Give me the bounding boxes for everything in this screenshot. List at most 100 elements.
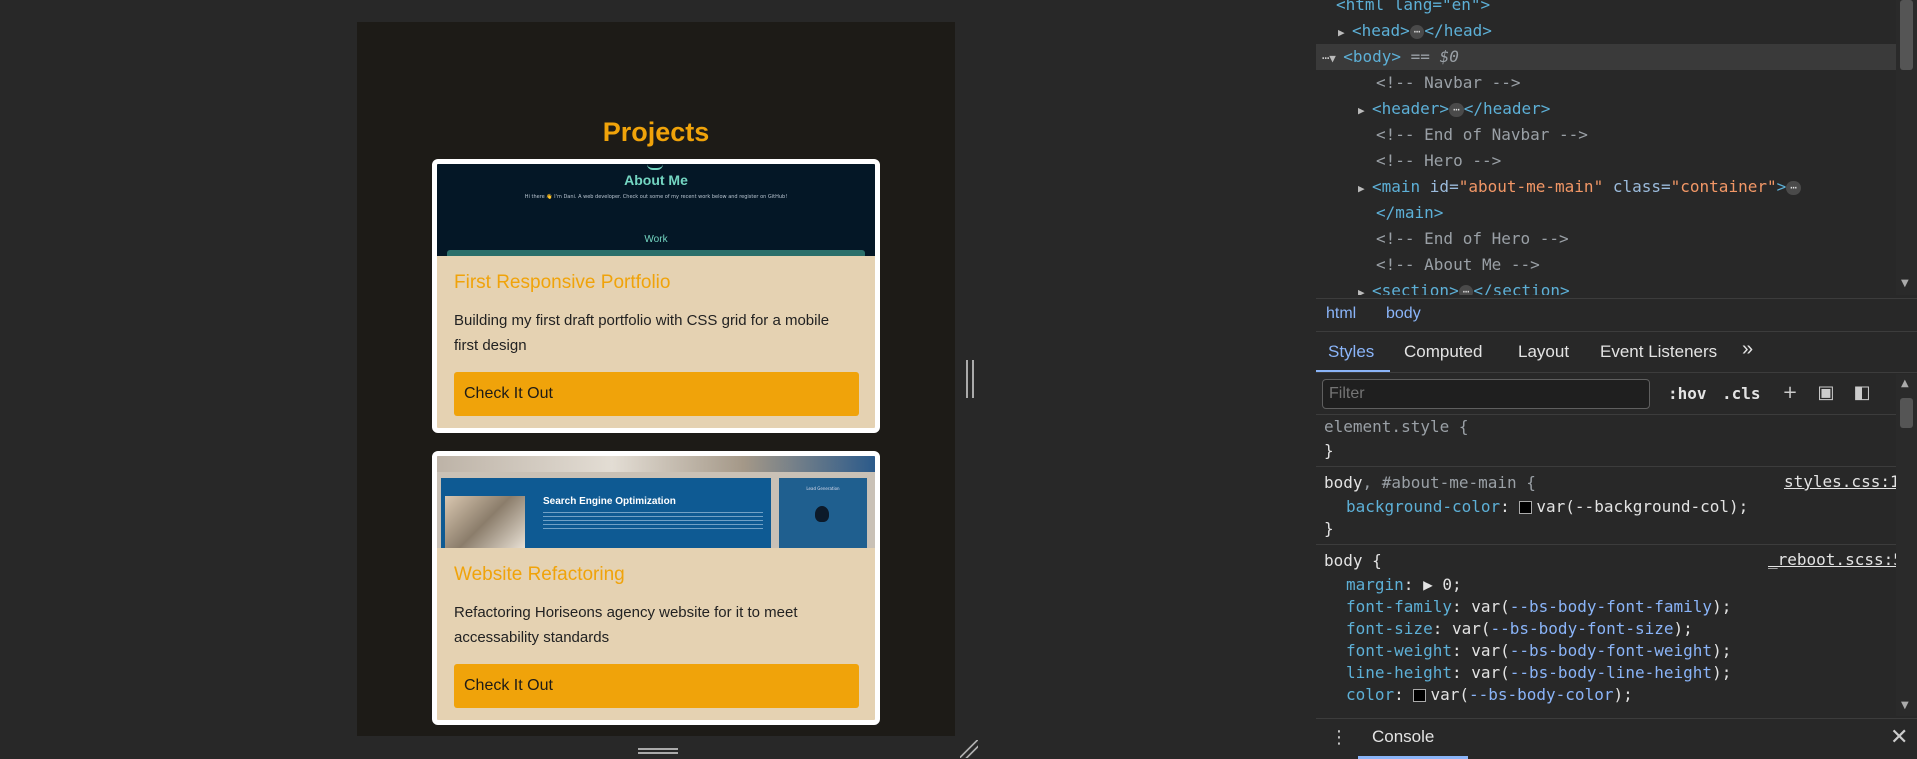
styles-toolbar: :hov .cls + ▣ ◧: [1316, 374, 1917, 415]
element-style-rule[interactable]: element.style {: [1324, 416, 1469, 438]
tag-close: </main>: [1376, 203, 1444, 222]
comment-text: <!-- End of Navbar -->: [1376, 125, 1588, 144]
tree-comment[interactable]: <!-- Navbar -->: [1376, 70, 1521, 96]
selector-dim-text: , #about-me-main {: [1362, 473, 1536, 492]
check-it-out-button[interactable]: Check It Out: [454, 664, 859, 708]
scroll-down-icon[interactable]: ▼: [1901, 278, 1909, 289]
projects-heading: Projects: [602, 117, 710, 147]
brace: }: [1324, 519, 1334, 538]
drawer-menu-icon[interactable]: ⋮: [1330, 727, 1348, 748]
style-declaration[interactable]: color: var(--bs-body-color);: [1346, 684, 1633, 706]
tab-computed[interactable]: Computed: [1404, 342, 1482, 362]
devtools-tabs: Styles Computed Layout Event Listeners »: [1316, 332, 1917, 373]
tree-node-main[interactable]: ▶ <main id="about-me-main" class="contain…: [1358, 174, 1801, 200]
rule-close: }: [1324, 518, 1334, 540]
toggle-sidebar-icon[interactable]: ◧: [1852, 383, 1872, 403]
color-swatch[interactable]: [1519, 501, 1533, 514]
selector-text: body: [1324, 473, 1363, 492]
style-declaration[interactable]: background-color: var(--background-col);: [1346, 496, 1748, 518]
breadcrumb-body[interactable]: body: [1386, 305, 1421, 323]
style-declaration[interactable]: font-weight: var(--bs-body-font-weight);: [1346, 640, 1731, 662]
tab-layout[interactable]: Layout: [1518, 342, 1569, 362]
css-variable: --bs-body-line-height: [1509, 663, 1713, 682]
ellipsis-badge[interactable]: ⋯: [1409, 24, 1425, 39]
more-tabs-icon[interactable]: »: [1742, 338, 1753, 361]
tag-text: <header>: [1372, 99, 1450, 118]
property-name: background-color: [1346, 497, 1501, 516]
rule-selector[interactable]: body, #about-me-main {: [1324, 472, 1536, 494]
ellipsis-badge[interactable]: ⋯: [1458, 284, 1474, 295]
rule-selector[interactable]: body {: [1324, 550, 1382, 572]
project-card: About Me Hi there 👋 I'm Dani. A web deve…: [432, 159, 880, 433]
property-value: var(--background-col);: [1536, 497, 1749, 516]
breadcrumb-html[interactable]: html: [1326, 305, 1356, 323]
tag-text: <main: [1372, 177, 1430, 196]
value-prefix: var(: [1430, 685, 1469, 704]
tree-comment[interactable]: <!-- Hero -->: [1376, 148, 1501, 174]
selector-text: element.style {: [1324, 417, 1469, 436]
filter-input[interactable]: [1322, 379, 1650, 409]
property-name: margin: [1346, 575, 1404, 594]
style-declaration[interactable]: line-height: var(--bs-body-line-height);: [1346, 662, 1731, 684]
thumb-bar: [447, 250, 865, 256]
active-tab-indicator: [1316, 370, 1390, 372]
ellipsis-badge[interactable]: ⋯: [1449, 102, 1464, 117]
tree-node-header[interactable]: ▶ <header> ⋯ </header>: [1358, 96, 1550, 122]
property-name: font-family: [1346, 597, 1452, 616]
tree-node-section[interactable]: ▶ <section> ⋯ </section>: [1358, 278, 1570, 295]
source-link[interactable]: _reboot.scss:50: [1768, 550, 1896, 569]
cls-button[interactable]: .cls: [1722, 384, 1761, 403]
tag-text: <body>: [1343, 47, 1402, 66]
tag-close: </head>: [1424, 21, 1492, 40]
ellipsis-badge[interactable]: ⋯: [1786, 180, 1801, 195]
tab-console[interactable]: Console: [1372, 727, 1434, 747]
style-declaration[interactable]: font-size: var(--bs-body-font-size);: [1346, 618, 1693, 640]
style-declaration[interactable]: margin: ▶ 0;: [1346, 574, 1462, 596]
tree-node-body[interactable]: ⋯▼ <body> == $0: [1316, 44, 1896, 70]
row-menu-icon[interactable]: ⋯: [1322, 51, 1329, 65]
tree-node-head[interactable]: ▶ <head> ⋯ </head>: [1338, 18, 1492, 44]
expand-triangle-icon[interactable]: ▶: [1358, 176, 1372, 202]
card-title: Website Refactoring: [454, 564, 625, 585]
thumb-side-title: Lead Generation: [806, 486, 840, 491]
scrollbar-thumb[interactable]: [1900, 0, 1913, 70]
paint-brush-icon[interactable]: ▣: [1816, 383, 1836, 403]
attr-name: class=: [1612, 177, 1671, 196]
tree-comment[interactable]: <!-- End of Hero -->: [1376, 226, 1569, 252]
scrollbar-thumb[interactable]: [1900, 398, 1913, 428]
collapse-triangle-icon[interactable]: ▼: [1329, 46, 1343, 72]
color-swatch[interactable]: [1413, 689, 1427, 702]
resize-handle-bottom[interactable]: [638, 748, 678, 754]
thumb-work-label: Work: [644, 234, 668, 245]
expand-triangle-icon[interactable]: ▶: [1358, 98, 1372, 124]
expand-triangle-icon[interactable]: ▶: [1358, 280, 1372, 295]
thumb-side-icon: [815, 506, 829, 522]
thumb-text-lines: [543, 512, 763, 532]
styles-scrollbar[interactable]: ▲ ▼: [1896, 374, 1917, 716]
source-link[interactable]: styles.css:16: [1784, 472, 1896, 491]
elements-scrollbar[interactable]: ▼: [1896, 0, 1917, 295]
resize-handle-right[interactable]: [966, 360, 974, 398]
tree-comment[interactable]: <!-- About Me -->: [1376, 252, 1540, 278]
tab-styles[interactable]: Styles: [1328, 342, 1374, 362]
device-preview: Projects About Me Hi there 👋 I'm Dani. A…: [357, 22, 955, 736]
hov-button[interactable]: :hov: [1668, 384, 1707, 403]
tree-comment[interactable]: <!-- End of Navbar -->: [1376, 122, 1588, 148]
tag-text: <head>: [1352, 21, 1410, 40]
scroll-up-icon[interactable]: ▲: [1901, 378, 1909, 389]
tree-node-html[interactable]: <html lang="en">: [1336, 0, 1490, 18]
expand-triangle-icon[interactable]: ▶: [1338, 20, 1352, 46]
resize-corner-handle[interactable]: [960, 740, 978, 758]
scroll-down-icon[interactable]: ▼: [1901, 700, 1909, 711]
styles-pane: element.style { } body, #about-me-main {…: [1316, 416, 1896, 716]
thumb-decoration: [647, 164, 663, 170]
check-it-out-button[interactable]: Check It Out: [454, 372, 859, 416]
style-declaration[interactable]: font-family: var(--bs-body-font-family);: [1346, 596, 1731, 618]
add-rule-icon[interactable]: +: [1780, 383, 1800, 403]
viewport-area: Projects About Me Hi there 👋 I'm Dani. A…: [0, 0, 1314, 758]
close-icon[interactable]: ✕: [1890, 725, 1908, 750]
card-title: First Responsive Portfolio: [454, 272, 671, 293]
property-name: font-weight: [1346, 641, 1452, 660]
tab-event-listeners[interactable]: Event Listeners: [1600, 342, 1717, 362]
tree-node-main-close[interactable]: </main>: [1376, 200, 1443, 226]
